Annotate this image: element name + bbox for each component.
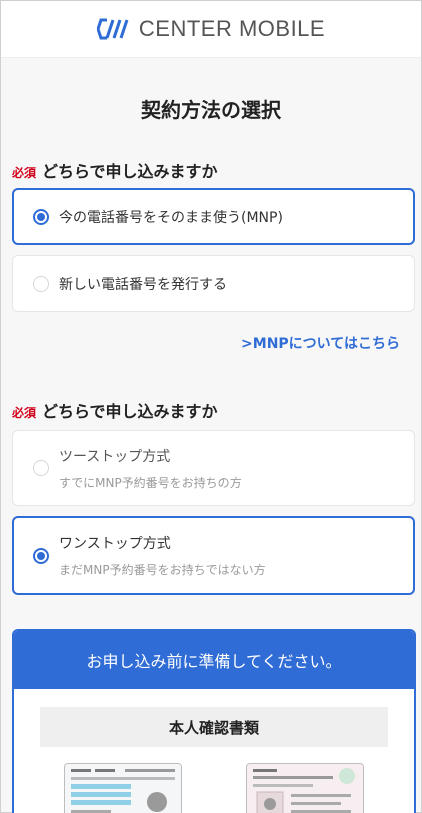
id-documents-title: 本人確認書類 — [40, 707, 388, 747]
option-mnp-label: 今の電話番号をそのまま使う(MNP) — [59, 209, 283, 226]
page-title: 契約方法の選択 — [141, 98, 281, 122]
site-header: CENTER MOBILE — [0, 0, 422, 58]
option-two-stop[interactable]: ツーストップ方式 すでにMNP予約番号をお持ちの方 — [12, 430, 415, 506]
my-number-card-image — [246, 763, 364, 813]
logo-text: CENTER MOBILE — [138, 15, 326, 41]
option-new-number-label: 新しい電話番号を発行する — [59, 276, 227, 293]
question2-label: 必須 どちらで申し込みますか — [12, 398, 218, 422]
option-two-stop-label: ツーストップ方式 — [59, 448, 171, 465]
option-two-stop-sub: すでにMNP予約番号をお持ちの方 — [59, 475, 242, 490]
option-mnp[interactable]: 今の電話番号をそのまま使う(MNP) — [12, 188, 415, 245]
radio-one-stop[interactable] — [33, 547, 49, 564]
id-documents-images — [14, 747, 414, 813]
radio-new-number[interactable] — [33, 275, 49, 292]
prepare-header: お申し込み前に準備してください。 — [14, 631, 414, 689]
required-badge: 必須 — [12, 166, 37, 180]
question1-label: 必須 どちらで申し込みますか — [12, 158, 218, 182]
radio-mnp[interactable] — [33, 208, 49, 225]
option-one-stop-sub: まだMNP予約番号をお持ちではない方 — [59, 563, 266, 577]
question2-text: どちらで申し込みますか — [42, 402, 218, 421]
option-new-number[interactable]: 新しい電話番号を発行する — [12, 255, 415, 312]
logo[interactable]: CENTER MOBILE — [96, 15, 326, 42]
required-badge: 必須 — [12, 406, 37, 420]
option-one-stop-label: ワンストップ方式 — [59, 536, 171, 552]
mnp-info-link[interactable]: >MNPについてはこちら — [241, 333, 400, 353]
drivers-license-image — [64, 763, 182, 813]
prepare-card: お申し込み前に準備してください。 本人確認書類 — [12, 629, 416, 813]
radio-two-stop[interactable] — [33, 460, 49, 476]
option-one-stop[interactable]: ワンストップ方式 まだMNP予約番号をお持ちではない方 — [12, 516, 415, 595]
center-mobile-logo-icon — [96, 18, 133, 40]
question1-text: どちらで申し込みますか — [42, 162, 218, 181]
